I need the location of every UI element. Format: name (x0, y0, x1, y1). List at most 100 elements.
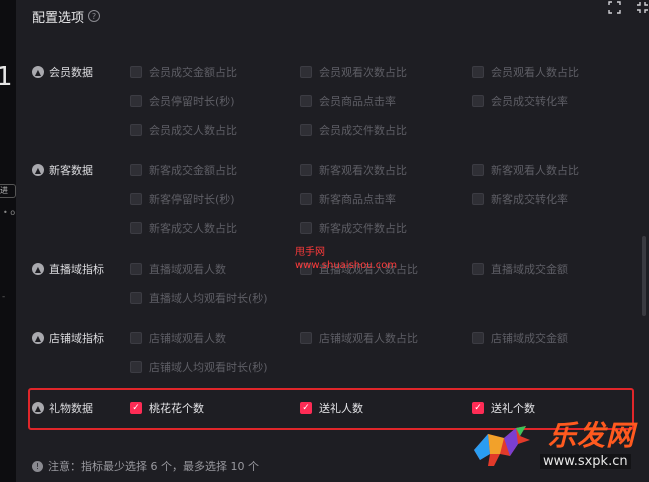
option-label: 新客观看次数占比 (319, 164, 407, 177)
option-checkbox[interactable]: 会员停留时长(秒) (130, 93, 235, 109)
option-checkbox[interactable]: 新客成交转化率 (472, 191, 568, 207)
checkbox[interactable] (472, 95, 484, 107)
option-label: 新客商品点击率 (319, 193, 396, 206)
checkbox[interactable] (300, 193, 312, 205)
section-label-new-customer: ▲ 新客数据 (32, 162, 93, 178)
checkbox[interactable] (130, 222, 142, 234)
option-label: 会员观看次数占比 (319, 66, 407, 79)
option-label: 店铺域观看人数 (149, 332, 226, 345)
option-checkbox[interactable]: 新客观看次数占比 (300, 162, 407, 178)
checkbox[interactable] (300, 222, 312, 234)
option-label: 会员观看人数占比 (491, 66, 579, 79)
option-label: 店铺域成交金额 (491, 332, 568, 345)
section-new-customer-data: ▲ 新客数据 新客成交金额占比 新客观看次数占比 新客观看人数占比 新客停留时长… (32, 162, 642, 242)
scrollbar[interactable] (642, 236, 646, 316)
fullscreen-icon[interactable] (607, 0, 621, 14)
checkbox[interactable] (130, 124, 142, 136)
option-checkbox[interactable]: 新客成交人数占比 (130, 220, 237, 236)
section-member-data: ▲ 会员数据 会员成交金额占比 会员观看次数占比 会员观看人数占比 会员停留时长… (32, 64, 642, 144)
option-label: 送礼人数 (319, 402, 363, 415)
option-checkbox[interactable]: 会员观看人数占比 (472, 64, 579, 80)
option-checkbox[interactable]: 会员成交转化率 (472, 93, 568, 109)
checkbox[interactable] (130, 332, 142, 344)
watermark-site-name: 甩手网 (295, 247, 325, 258)
section-label-live-domain: ▲ 直播域指标 (32, 261, 104, 277)
checkbox[interactable] (472, 66, 484, 78)
section-title: 礼物数据 (49, 402, 93, 415)
option-checkbox[interactable]: 新客停留时长(秒) (130, 191, 235, 207)
checkbox[interactable] (130, 263, 142, 275)
checkbox[interactable] (130, 292, 142, 304)
option-label: 店铺域人均观看时长(秒) (149, 361, 268, 374)
option-checkbox[interactable]: 会员成交人数占比 (130, 122, 237, 138)
option-label: 桃花花个数 (149, 402, 204, 415)
option-label: 新客成交人数占比 (149, 222, 237, 235)
section-title: 店铺域指标 (49, 332, 104, 345)
checkbox[interactable] (472, 332, 484, 344)
watermark-lefa: 乐发网 www.sxpk.cn (470, 412, 645, 478)
option-checkbox[interactable]: 店铺域观看人数占比 (300, 330, 418, 346)
checkbox[interactable] (130, 95, 142, 107)
dialog-toolbar (607, 0, 649, 14)
flame-icon: ▲ (32, 263, 44, 275)
section-label-gift: ▲ 礼物数据 (32, 400, 93, 416)
checkbox[interactable] (300, 124, 312, 136)
checkbox[interactable] (130, 193, 142, 205)
option-label: 新客成交转化率 (491, 193, 568, 206)
option-label: 新客成交件数占比 (319, 222, 407, 235)
section-label-member: ▲ 会员数据 (32, 64, 93, 80)
section-title: 直播域指标 (49, 263, 104, 276)
background-tag: 进入 (0, 184, 16, 198)
option-checkbox[interactable]: 直播域人均观看时长(秒) (130, 290, 268, 306)
option-checkbox-checked[interactable]: ✓ 桃花花个数 (130, 400, 204, 416)
checkbox[interactable] (472, 263, 484, 275)
option-checkbox[interactable]: 会员观看次数占比 (300, 64, 407, 80)
option-checkbox[interactable]: 会员成交金额占比 (130, 64, 237, 80)
option-checkbox[interactable]: 新客观看人数占比 (472, 162, 579, 178)
option-checkbox[interactable]: 新客成交件数占比 (300, 220, 407, 236)
checkbox[interactable] (300, 95, 312, 107)
check-icon[interactable]: ✓ (300, 402, 312, 414)
section-title: 新客数据 (49, 164, 93, 177)
background-dash: - (2, 292, 6, 302)
option-checkbox[interactable]: 直播域观看人数 (130, 261, 226, 277)
option-checkbox[interactable]: 直播域成交金额 (472, 261, 568, 277)
option-label: 会员成交人数占比 (149, 124, 237, 137)
checkbox[interactable] (300, 332, 312, 344)
help-icon[interactable]: ? (88, 10, 101, 22)
checkbox[interactable] (130, 66, 142, 78)
flame-icon: ▲ (32, 402, 44, 414)
background-page: 1 进入 • o - (0, 0, 16, 482)
checkbox[interactable] (130, 164, 142, 176)
option-checkbox[interactable]: 店铺域成交金额 (472, 330, 568, 346)
option-checkbox[interactable]: 新客商品点击率 (300, 191, 396, 207)
checkbox[interactable] (472, 164, 484, 176)
option-checkbox[interactable]: 店铺域人均观看时长(秒) (130, 359, 268, 375)
dialog-header: 配置选项 ? (32, 6, 101, 26)
checkbox[interactable] (472, 193, 484, 205)
option-checkbox[interactable]: 会员成交件数占比 (300, 122, 407, 138)
option-checkbox-checked[interactable]: ✓ 送礼人数 (300, 400, 363, 416)
checkbox[interactable] (300, 164, 312, 176)
config-dialog: 配置选项 ? ▲ 会员数据 会员成交金额占比 会员观看次数占比 会员观看人数占比… (16, 0, 649, 482)
option-label: 会员商品点击率 (319, 95, 396, 108)
option-label: 新客观看人数占比 (491, 164, 579, 177)
check-icon[interactable]: ✓ (130, 402, 142, 414)
bull-logo-icon (474, 426, 530, 466)
checkbox[interactable] (300, 66, 312, 78)
option-label: 新客成交金额占比 (149, 164, 237, 177)
option-label: 会员成交件数占比 (319, 124, 407, 137)
checkbox[interactable] (130, 361, 142, 373)
watermark-brand-url: www.sxpk.cn (540, 454, 631, 469)
option-label: 会员成交金额占比 (149, 66, 237, 79)
option-checkbox[interactable]: 会员商品点击率 (300, 93, 396, 109)
option-label: 会员停留时长(秒) (149, 95, 235, 108)
option-checkbox[interactable]: 店铺域观看人数 (130, 330, 226, 346)
option-label: 店铺域观看人数占比 (319, 332, 418, 345)
selection-note: ! 注意：指标最少选择 6 个，最多选择 10 个 (32, 459, 259, 473)
section-title: 会员数据 (49, 66, 93, 79)
note-text: 注意：指标最少选择 6 个，最多选择 10 个 (48, 460, 259, 473)
exit-fullscreen-icon[interactable] (635, 0, 649, 14)
option-checkbox[interactable]: 新客成交金额占比 (130, 162, 237, 178)
watermark-brand: 乐发网 (548, 419, 636, 452)
